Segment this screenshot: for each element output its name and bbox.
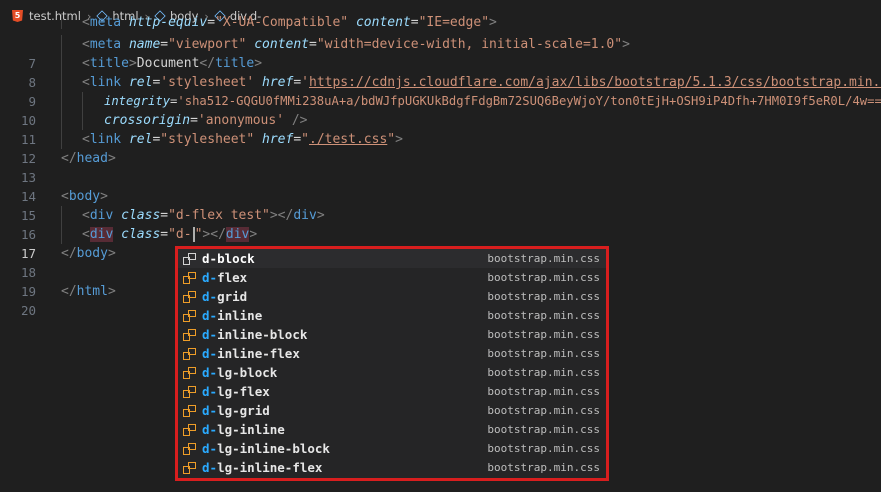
suggestion-source: bootstrap.min.css: [487, 442, 600, 455]
css-class-icon: [183, 423, 196, 436]
suggestion-source: bootstrap.min.css: [487, 404, 600, 417]
indent-guide: [82, 111, 83, 130]
suggestion-label: d-d-inline-flexinline-flex: [202, 346, 300, 361]
autocomplete-suggestions[interactable]: d-d-blockblock bootstrap.min.css d-d-fle…: [175, 246, 609, 481]
code-text: </body>: [61, 246, 116, 261]
suggestion-label: d-d-lg-gridlg-grid: [202, 403, 270, 418]
test-css-link[interactable]: ./test.css: [309, 132, 387, 147]
suggestion-source: bootstrap.min.css: [487, 309, 600, 322]
code-text: integrity='sha512-GQGU0fMMi238uA+a/bdWJf…: [104, 94, 881, 108]
css-class-icon: [183, 442, 196, 455]
code-line: 11 crossorigin='anonymous' />: [0, 111, 881, 147]
code-text: <meta http-equiv="X-UA-Compatible" conte…: [82, 15, 497, 29]
css-class-icon: [183, 347, 196, 360]
code-text: crossorigin='anonymous' />: [104, 113, 308, 128]
css-class-icon: [183, 328, 196, 341]
code-line: 7 <meta name="viewport" content="width=d…: [0, 35, 881, 71]
suggestion-source: bootstrap.min.css: [487, 328, 600, 341]
code-text: <meta name="viewport" content="width=dev…: [82, 37, 630, 52]
css-class-icon: [183, 461, 196, 474]
css-class-icon: [183, 385, 196, 398]
indent-guide: [61, 13, 62, 29]
suggestion-label: d-d-gridgrid: [202, 289, 248, 304]
css-class-icon: [183, 252, 196, 265]
indent-guide: [61, 73, 62, 92]
suggestion-label: d-d-lg-blocklg-block: [202, 365, 278, 380]
code-line: 14: [0, 168, 881, 204]
code-line: 13 </head>: [0, 149, 881, 185]
suggestion-label: d-d-lg-inline-flexlg-inline-flex: [202, 460, 323, 475]
suggestion-item[interactable]: d-d-lg-inline-blocklg-inline-block boots…: [178, 439, 606, 458]
code-text: </head>: [61, 151, 116, 166]
code-text: <div class="d-flex test"></div>: [82, 208, 325, 223]
code-text: <link rel='stylesheet' href='https://cdn…: [82, 73, 881, 92]
css-class-icon: [183, 309, 196, 322]
suggestion-label: d-d-inlineinline: [202, 308, 263, 323]
indent-guide: [61, 54, 62, 73]
suggestion-item[interactable]: d-d-lg-inlinelg-inline bootstrap.min.css: [178, 420, 606, 439]
code-line-active: 17 <div class="d- "></div>: [0, 225, 881, 261]
code-line: 10 integrity='sha512-GQGU0fMMi238uA+a/bd…: [0, 92, 881, 128]
suggestion-source: bootstrap.min.css: [487, 347, 600, 360]
stylesheet-url-link[interactable]: https://cdnjs.cloudflare.com/ajax/libs/b…: [309, 75, 881, 90]
code-text: </html>: [61, 284, 116, 299]
suggestion-source: bootstrap.min.css: [487, 366, 600, 379]
suggestion-item[interactable]: d-d-blockblock bootstrap.min.css: [178, 249, 606, 268]
line-number: 20: [20, 303, 36, 318]
code-line: 16 <div class="d-flex test"></div>: [0, 206, 881, 242]
suggestion-label: d-d-inline-blockinline-block: [202, 327, 308, 342]
suggestion-item[interactable]: d-d-lg-flexlg-flex bootstrap.min.css: [178, 382, 606, 401]
suggestion-label: d-d-lg-inlinelg-inline: [202, 422, 285, 437]
css-class-icon: [183, 290, 196, 303]
indent-guide: [61, 111, 62, 130]
code-text: <div class="d- "></div>: [82, 227, 258, 242]
code-text: <body>: [61, 189, 108, 204]
suggestion-source: bootstrap.min.css: [487, 290, 600, 303]
css-class-icon: [183, 271, 196, 284]
suggestion-item[interactable]: d-d-inline-flexinline-flex bootstrap.min…: [178, 344, 606, 363]
indent-guide: [61, 92, 62, 111]
code-text: <title>Document</title>: [82, 56, 263, 71]
code-line: 6 <meta http-equiv="X-UA-Compatible" con…: [0, 13, 881, 29]
suggestion-label: d-d-lg-flexlg-flex: [202, 384, 270, 399]
indent-guide: [82, 92, 83, 111]
indent-guide: [61, 225, 62, 244]
suggestion-item[interactable]: d-d-lg-inline-flexlg-inline-flex bootstr…: [178, 458, 606, 477]
code-line: 12 <link rel="stylesheet" href="./test.c…: [0, 130, 881, 166]
suggestion-item[interactable]: d-d-flexflex bootstrap.min.css: [178, 268, 606, 287]
suggestion-label: d-d-lg-inline-blocklg-inline-block: [202, 441, 330, 456]
code-line: 9 <link rel='stylesheet' href='https://c…: [0, 73, 881, 109]
suggestion-label: d-d-blockblock: [202, 251, 255, 266]
code-line: 15 <body>: [0, 187, 881, 223]
suggestion-source: bootstrap.min.css: [487, 423, 600, 436]
indent-guide: [61, 206, 62, 225]
suggestion-item[interactable]: d-d-inlineinline bootstrap.min.css: [178, 306, 606, 325]
css-class-icon: [183, 366, 196, 379]
indent-guide: [61, 35, 62, 54]
suggestion-item[interactable]: d-d-inline-blockinline-block bootstrap.m…: [178, 325, 606, 344]
suggestion-source: bootstrap.min.css: [487, 461, 600, 474]
suggestion-item[interactable]: d-d-lg-gridlg-grid bootstrap.min.css: [178, 401, 606, 420]
suggestion-item[interactable]: d-d-gridgrid bootstrap.min.css: [178, 287, 606, 306]
suggestion-source: bootstrap.min.css: [487, 252, 600, 265]
code-line: 8 <title>Document</title>: [0, 54, 881, 90]
suggestion-label: d-d-flexflex: [202, 270, 248, 285]
css-class-icon: [183, 404, 196, 417]
suggestion-item[interactable]: d-d-lg-blocklg-block bootstrap.min.css: [178, 363, 606, 382]
suggestion-source: bootstrap.min.css: [487, 271, 600, 284]
code-text: <link rel="stylesheet" href="./test.css"…: [82, 132, 403, 147]
suggestion-source: bootstrap.min.css: [487, 385, 600, 398]
indent-guide: [61, 130, 62, 149]
